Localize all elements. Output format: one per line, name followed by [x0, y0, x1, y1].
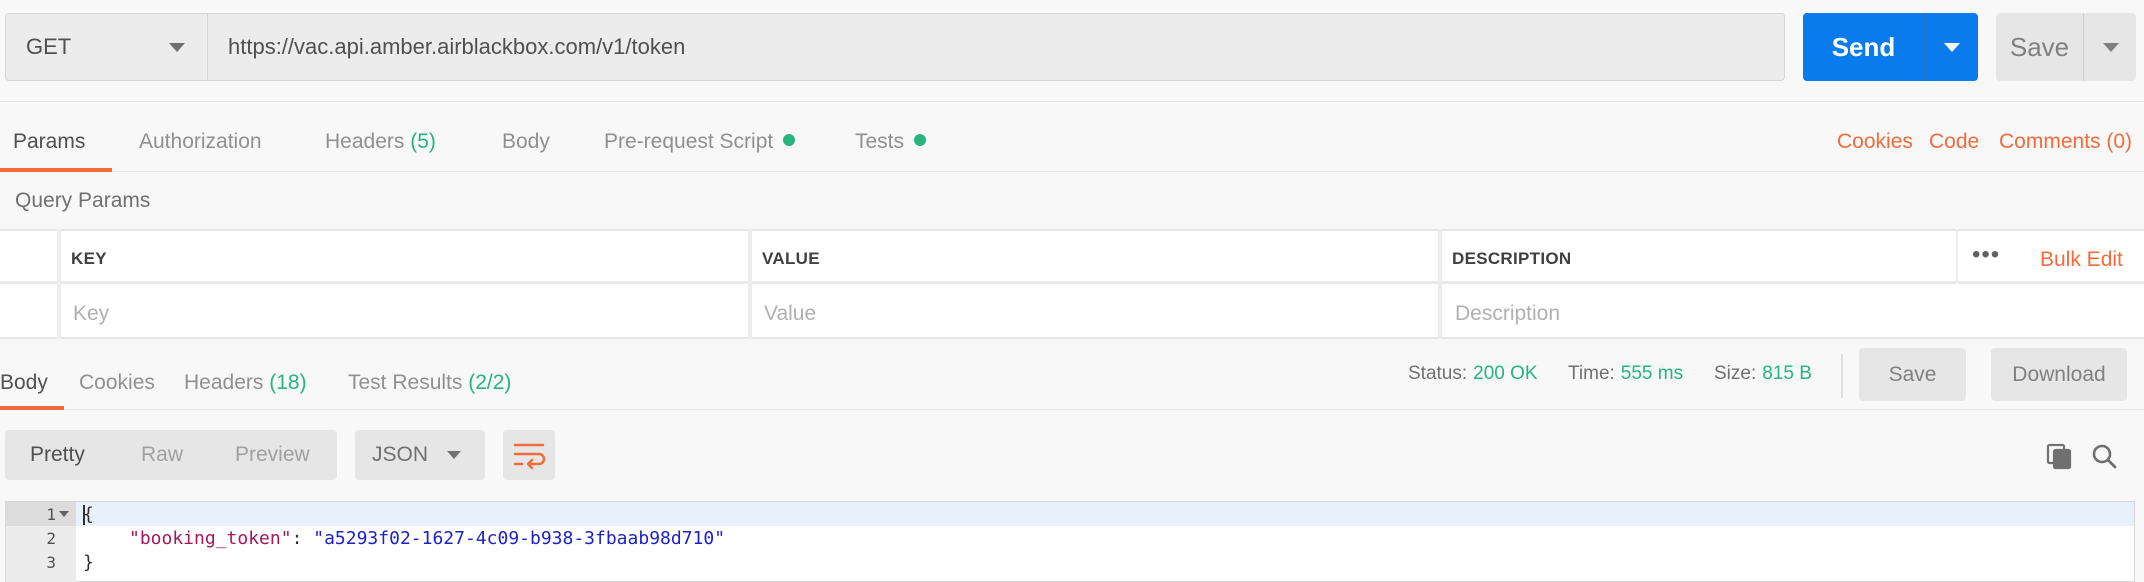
time-label: Time:	[1568, 363, 1615, 384]
tab-params[interactable]: Params	[13, 130, 85, 154]
active-line-highlight	[76, 502, 2134, 526]
query-params-header-row	[0, 229, 2144, 284]
response-headers-count: (18)	[269, 371, 307, 394]
format-label: JSON	[372, 443, 429, 466]
column-header-description: DESCRIPTION	[1452, 249, 1572, 268]
tab-response-cookies[interactable]: Cookies	[79, 371, 155, 395]
column-divider	[1956, 229, 1958, 284]
column-divider	[1438, 229, 1442, 339]
tab-response-body[interactable]: Body	[0, 371, 48, 395]
tab-test-results-label: Test Results	[348, 371, 463, 394]
description-input[interactable]: Description	[1455, 302, 1560, 326]
save-options-button[interactable]	[2083, 13, 2136, 81]
tab-headers[interactable]: Headers (5)	[325, 130, 436, 154]
code-line-1: {	[83, 504, 94, 525]
tab-prerequest-label: Pre-request Script	[604, 130, 774, 153]
send-button[interactable]: Send	[1803, 13, 1978, 81]
mode-raw[interactable]: Raw	[141, 443, 183, 467]
response-time: Time: 555 ms	[1568, 363, 1683, 385]
tab-body[interactable]: Body	[502, 130, 550, 154]
tab-response-headers[interactable]: Headers (18)	[184, 371, 307, 395]
tab-headers-label: Headers	[325, 130, 405, 153]
status-label: Status:	[1408, 363, 1468, 384]
chevron-down-icon	[447, 451, 461, 459]
cookies-link[interactable]: Cookies	[1837, 130, 1913, 154]
send-options-button[interactable]	[1924, 13, 1978, 81]
url-text: https://vac.api.amber.airblackbox.com/v1…	[228, 34, 686, 59]
search-icon[interactable]	[2090, 442, 2118, 470]
save-label: Save	[2009, 31, 2070, 62]
code-line-2: "booking_token": "a5293f02-1627-4c09-b93…	[129, 528, 725, 549]
comments-link[interactable]: Comments (0)	[1999, 130, 2132, 154]
bulk-edit-link[interactable]: Bulk Edit	[2040, 248, 2123, 272]
tab-response-headers-label: Headers	[184, 371, 264, 394]
fold-arrow-icon[interactable]	[59, 511, 69, 517]
wrap-lines-icon	[513, 443, 546, 470]
response-tabs: Body Cookies Headers (18) Test Results (…	[0, 341, 2144, 410]
method-select[interactable]: GET	[5, 13, 208, 81]
mode-pretty[interactable]: Pretty	[30, 443, 85, 467]
value-input[interactable]: Value	[764, 302, 816, 326]
key-input[interactable]: Key	[73, 302, 109, 326]
chevron-down-icon	[2103, 43, 2119, 52]
column-divider	[748, 229, 752, 339]
headers-count: (5)	[410, 130, 436, 153]
request-tabs: Params Authorization Headers (5) Body Pr…	[0, 102, 2144, 172]
chevron-down-icon	[1944, 43, 1960, 52]
json-value: "a5293f02-1627-4c09-b938-3fbaab98d710"	[313, 528, 726, 549]
tab-prerequest-script[interactable]: Pre-request Script	[604, 130, 796, 154]
tab-test-results[interactable]: Test Results (2/2)	[348, 371, 511, 395]
more-options-icon[interactable]: •••	[1972, 243, 2000, 267]
view-mode-toggle: Pretty Raw Preview	[5, 430, 337, 480]
save-request-button[interactable]: Save	[1996, 13, 2136, 81]
wrap-lines-button[interactable]	[503, 430, 555, 480]
size-value: 815 B	[1762, 363, 1812, 384]
tab-tests-label: Tests	[855, 130, 905, 153]
save-response-button[interactable]: Save	[1859, 348, 1966, 401]
status-dot-icon	[783, 134, 796, 147]
response-status: Status: 200 OK	[1408, 363, 1538, 385]
time-value: 555 ms	[1620, 363, 1684, 384]
format-select[interactable]: JSON	[355, 430, 485, 480]
code-link[interactable]: Code	[1929, 130, 1979, 154]
code-line-3: }	[83, 552, 94, 573]
tab-authorization[interactable]: Authorization	[139, 130, 262, 154]
test-results-count: (2/2)	[468, 371, 512, 394]
mode-preview[interactable]: Preview	[235, 443, 310, 467]
status-value: 200 OK	[1473, 363, 1538, 384]
active-tab-indicator	[0, 168, 112, 172]
column-divider	[57, 229, 61, 339]
column-header-key: KEY	[71, 249, 107, 268]
line-number: 1	[46, 505, 56, 524]
json-colon: :	[291, 528, 314, 549]
line-number: 2	[46, 529, 56, 548]
copy-icon[interactable]	[2045, 442, 2073, 470]
url-input[interactable]: https://vac.api.amber.airblackbox.com/v1…	[207, 13, 1785, 81]
divider	[1841, 354, 1843, 398]
query-params-title: Query Params	[15, 189, 151, 212]
line-number: 3	[46, 553, 56, 572]
tab-tests[interactable]: Tests	[855, 130, 927, 154]
size-label: Size:	[1714, 363, 1757, 384]
json-key: "booking_token"	[129, 528, 292, 549]
chevron-down-icon	[169, 43, 185, 52]
active-tab-indicator	[0, 406, 64, 410]
response-size: Size: 815 B	[1714, 363, 1812, 385]
download-button[interactable]: Download	[1991, 348, 2127, 401]
column-header-value: VALUE	[762, 249, 820, 268]
method-label: GET	[26, 34, 72, 59]
send-label: Send	[1831, 31, 1896, 62]
status-dot-icon	[914, 134, 927, 147]
